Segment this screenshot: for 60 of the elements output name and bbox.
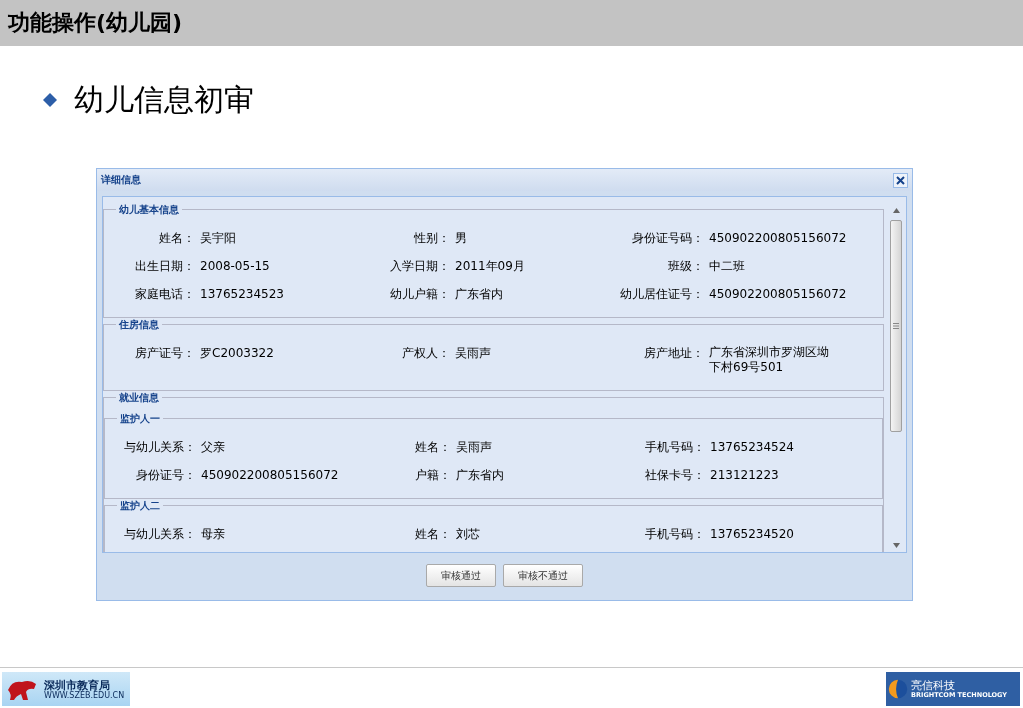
dialog-button[interactable]: 审核通过 — [426, 564, 496, 587]
field-label: 班级： — [667, 258, 704, 274]
field-label: 姓名： — [414, 526, 451, 542]
field-value: 吴宇阳 — [200, 231, 236, 245]
field-value: 13765234524 — [710, 440, 794, 454]
field-label: 与幼儿关系： — [123, 526, 196, 542]
field-value: 13765234520 — [710, 527, 794, 541]
close-button[interactable] — [893, 172, 908, 188]
section-title: 就业信息 — [118, 391, 160, 404]
dialog-button[interactable]: 审核不通过 — [503, 564, 583, 587]
field-value: 广东省内 — [456, 468, 504, 482]
globe-logo-icon — [888, 678, 908, 700]
field-value: 2008-05-15 — [200, 259, 270, 273]
field-label: 性别： — [413, 230, 450, 246]
field-value: 450902200805156072 — [709, 287, 847, 301]
field-label: 身份证号： — [135, 467, 196, 483]
field-label: 入学日期： — [389, 258, 450, 274]
slide-heading: 幼儿信息初审 — [74, 82, 254, 118]
field-value: 罗C2003322 — [200, 346, 274, 360]
field-value: 广东省内 — [455, 287, 503, 301]
section-title: 幼儿基本信息 — [118, 203, 180, 216]
field-value: 刘芯 — [456, 527, 480, 541]
field-value: 广东省深圳市罗湖区坳下村69号501 — [709, 345, 830, 375]
close-icon — [895, 174, 906, 186]
field-value: 吴雨声 — [455, 346, 491, 360]
logo-name: 亮信科技 — [911, 679, 956, 692]
field-value: 吴雨声 — [456, 440, 492, 454]
field-label: 手机号码： — [644, 526, 705, 542]
logo-url: WWW.SZEB.EDU.CN — [44, 691, 125, 700]
field-value: 450902200805156072 — [201, 468, 339, 482]
field-value: 13765234523 — [200, 287, 284, 301]
section-title: 监护人一 — [119, 412, 161, 425]
field-value: 男 — [455, 231, 467, 245]
logo-name: 深圳市教育局 — [44, 678, 110, 692]
field-value: 2011年09月 — [455, 259, 525, 273]
field-label: 出生日期： — [134, 258, 195, 274]
field-label: 房产证号： — [134, 345, 195, 362]
field-label: 社保卡号： — [644, 467, 705, 483]
field-label: 幼儿居住证号： — [620, 286, 704, 302]
field-label: 户籍： — [414, 467, 451, 483]
field-label: 姓名： — [414, 439, 451, 455]
field-label: 房产地址： — [643, 345, 704, 362]
scrollbar-thumb[interactable] — [889, 220, 902, 432]
field-label: 身份证号码： — [631, 230, 704, 246]
field-value: 母亲 — [201, 527, 225, 541]
field-label: 产权人： — [401, 345, 450, 362]
field-value: 父亲 — [201, 440, 225, 454]
field-label: 手机号码： — [644, 439, 705, 455]
field-value: 中二班 — [709, 259, 745, 273]
field-value: 450902200805156072 — [709, 231, 847, 245]
field-label: 幼儿户籍： — [389, 286, 450, 302]
field-label: 与幼儿关系： — [123, 439, 196, 455]
grip-icon — [892, 323, 899, 329]
dialog-title: 详细信息 — [101, 173, 141, 187]
section-title: 住房信息 — [118, 318, 160, 331]
field-label: 姓名： — [158, 230, 195, 246]
field-value: 213121223 — [710, 468, 779, 482]
section-title: 监护人二 — [119, 499, 161, 512]
field-label: 家庭电话： — [134, 286, 195, 302]
slide-title: 功能操作(幼儿园) — [8, 9, 183, 37]
